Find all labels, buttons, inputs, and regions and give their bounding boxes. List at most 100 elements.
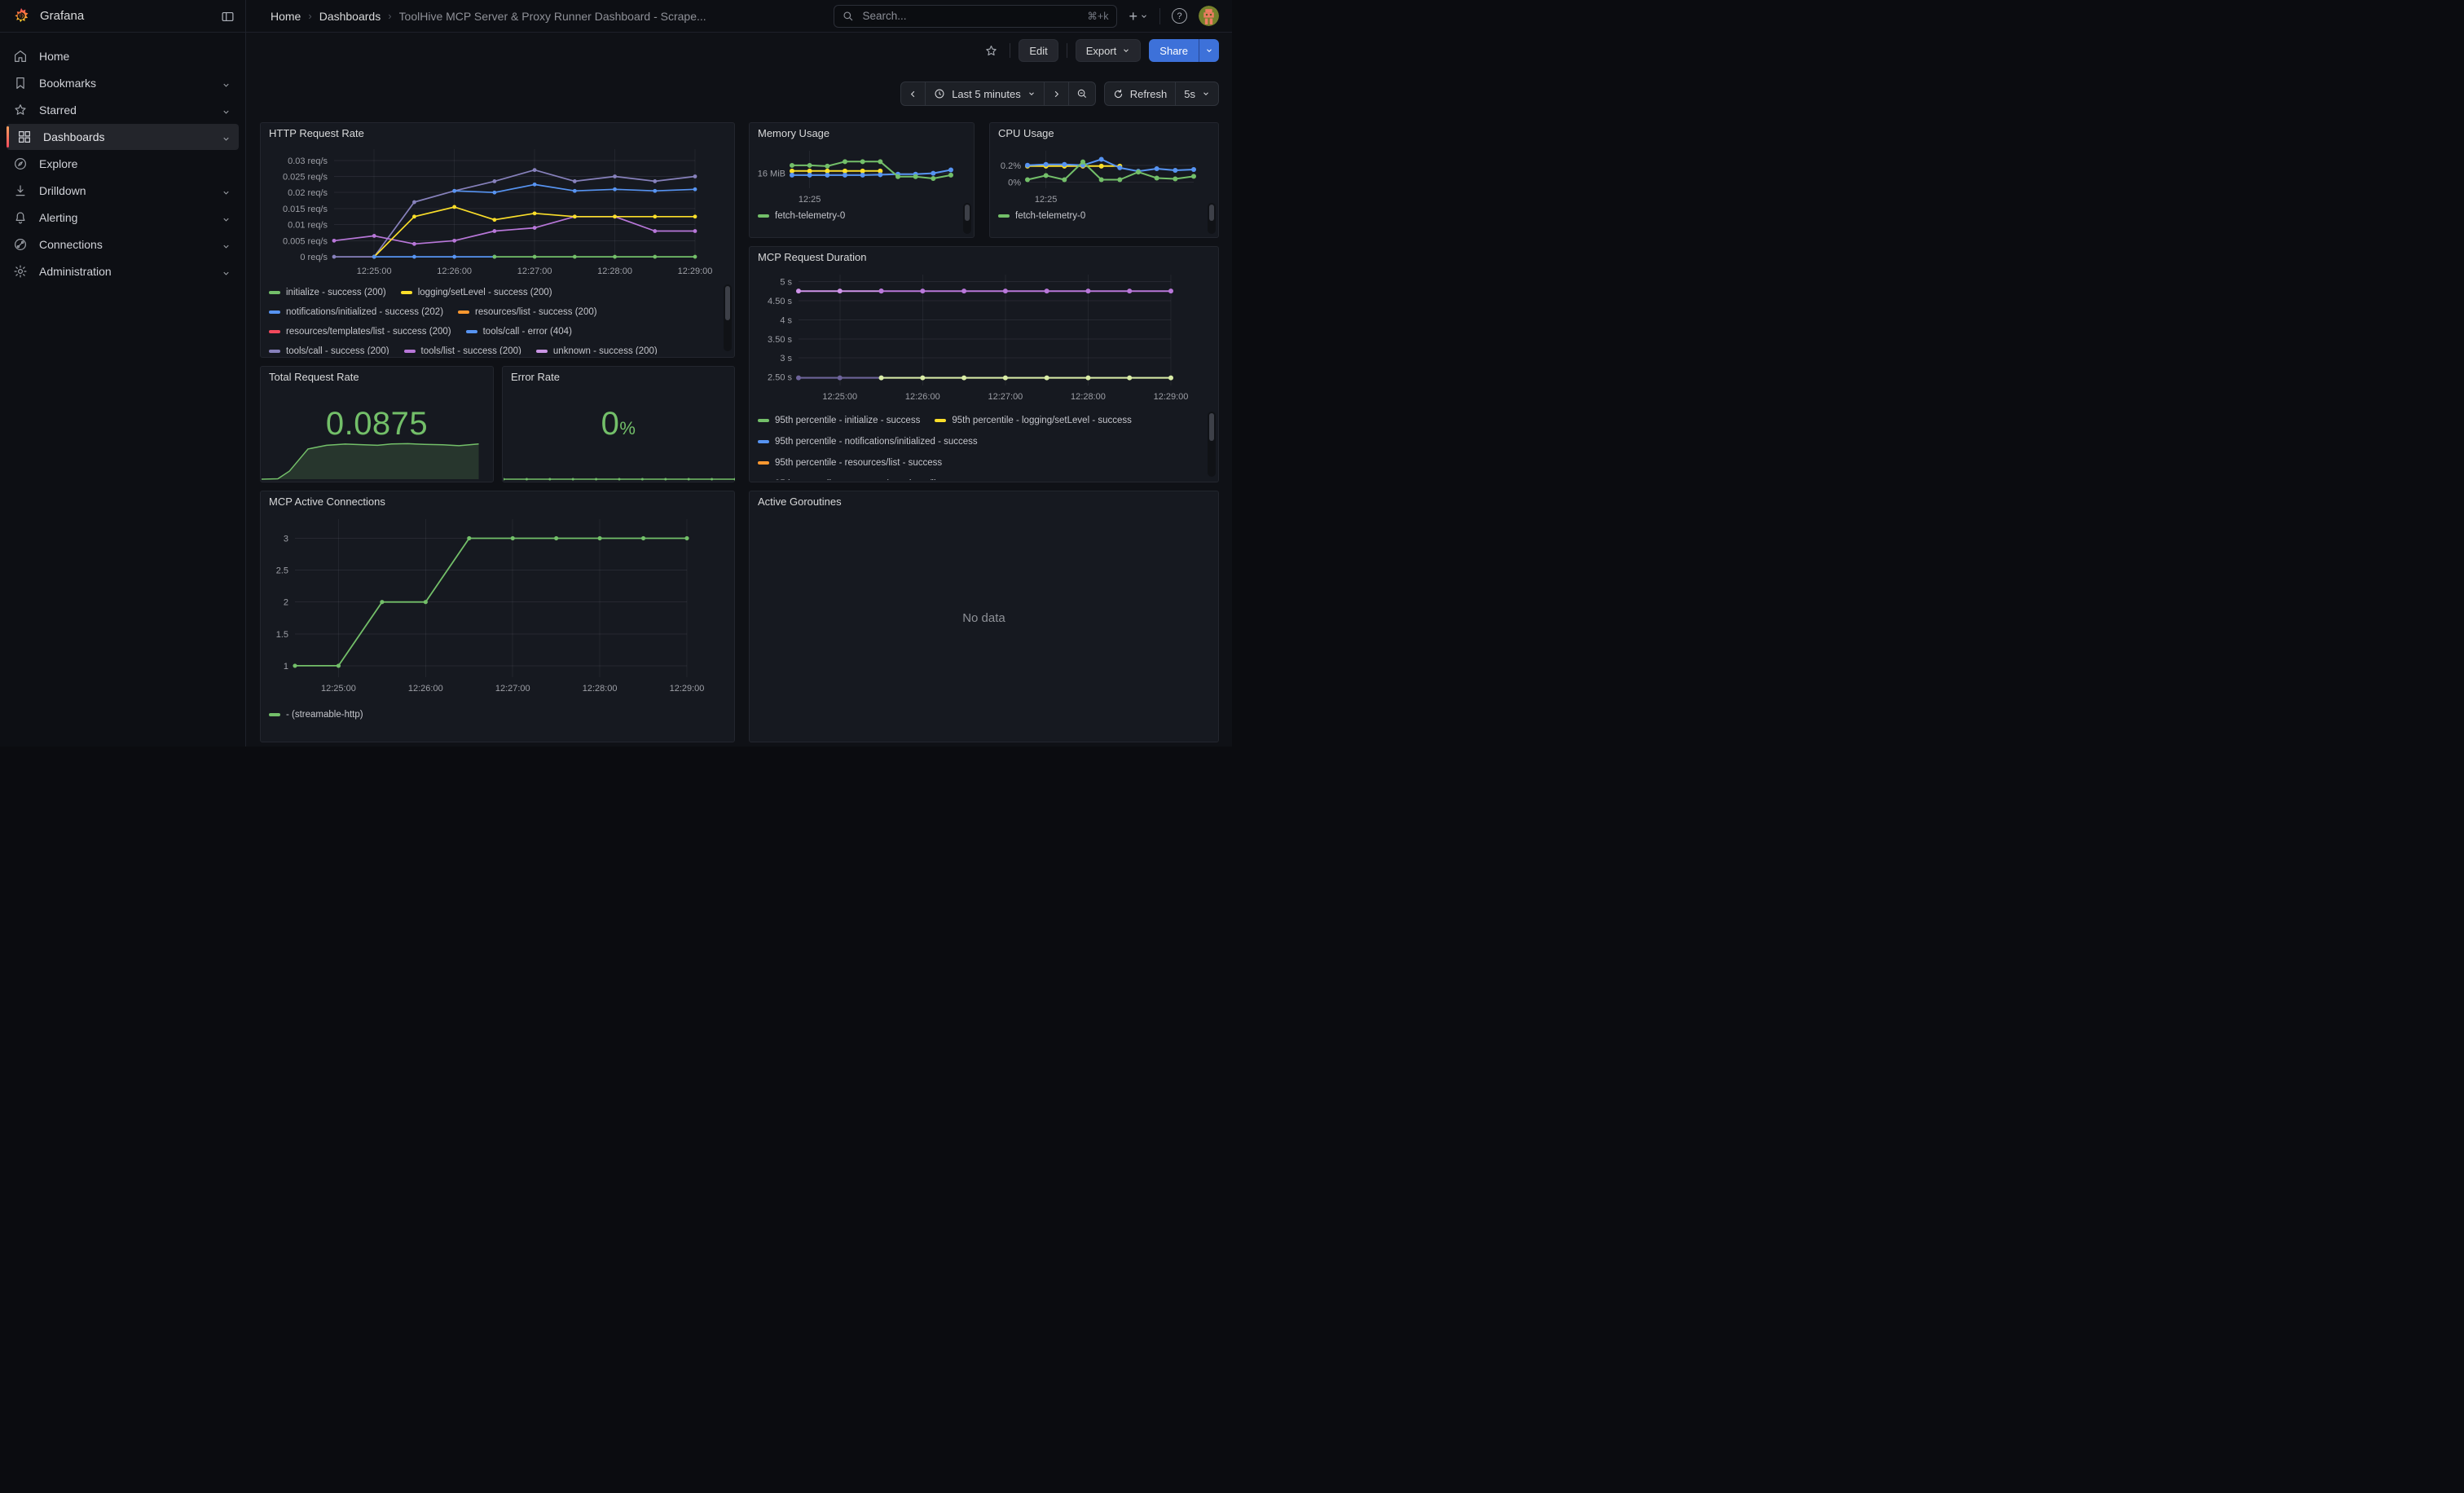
legend-item[interactable]: tools/call - error (404)	[466, 327, 572, 337]
svg-text:12:27:00: 12:27:00	[495, 684, 530, 694]
svg-text:4.50 s: 4.50 s	[768, 297, 792, 306]
legend-item[interactable]: fetch-telemetry-0	[998, 211, 1085, 221]
legend-swatch-icon	[758, 214, 769, 218]
chevron-down-icon[interactable]	[222, 187, 231, 200]
share-menu-button[interactable]	[1199, 39, 1219, 62]
time-shift-back-button[interactable]	[900, 81, 926, 106]
legend-item[interactable]: unknown - success (200)	[536, 346, 658, 355]
sidebar-item-home[interactable]: Home	[7, 43, 239, 69]
error-rate-number: 0	[601, 406, 620, 442]
breadcrumb-current-dashboard: ToolHive MCP Server & Proxy Runner Dashb…	[399, 10, 706, 23]
chevron-down-icon[interactable]	[222, 106, 231, 119]
legend-item[interactable]: notifications/initialized - success (202…	[269, 307, 443, 317]
home-icon	[13, 49, 28, 64]
legend-scrollbar-thumb[interactable]	[965, 205, 970, 221]
panel-title[interactable]: Memory Usage	[750, 123, 974, 139]
sidebar-item-explore[interactable]: Explore	[7, 151, 239, 177]
bookmark-icon	[13, 76, 28, 90]
sidebar-item-administration[interactable]: Administration	[7, 258, 239, 284]
legend-item[interactable]: resources/list - success (200)	[458, 307, 597, 317]
svg-text:12:27:00: 12:27:00	[517, 266, 552, 276]
legend-scrollbar-thumb[interactable]	[725, 286, 730, 320]
panel-title[interactable]: Error Rate	[503, 367, 734, 383]
legend-swatch-icon	[758, 461, 769, 465]
panel-title[interactable]: MCP Request Duration	[750, 247, 1218, 263]
search-input[interactable]	[860, 9, 1080, 23]
sidebar-item-drilldown[interactable]: Drilldown	[7, 178, 239, 204]
sidebar-item-bookmarks[interactable]: Bookmarks	[7, 70, 239, 96]
legend-label: resources/templates/list - success (200)	[286, 327, 451, 337]
legend-label: unknown - success (200)	[553, 346, 658, 355]
svg-text:12:25: 12:25	[799, 195, 821, 205]
svg-text:0.025 req/s: 0.025 req/s	[283, 173, 328, 183]
legend-item[interactable]: 95th percentile - resources/list - succe…	[758, 458, 942, 468]
svg-text:0.02 req/s: 0.02 req/s	[288, 188, 328, 198]
favorite-star-button[interactable]	[980, 40, 1001, 61]
search-icon	[843, 11, 854, 22]
svg-text:12:29:00: 12:29:00	[678, 266, 713, 276]
legend-label: - (streamable-http)	[286, 710, 363, 720]
search-box[interactable]: ⌘+k	[834, 5, 1117, 28]
time-shift-forward-button[interactable]	[1044, 81, 1069, 106]
time-controls: Last 5 minutes Refresh 5s	[900, 81, 1219, 106]
share-button[interactable]: Share	[1149, 39, 1199, 62]
sidebar-item-label: Explore	[39, 157, 77, 170]
edit-button[interactable]: Edit	[1019, 39, 1058, 62]
legend-row: 95th percentile - resources/list - succe…	[758, 452, 1205, 473]
sidebar-item-label: Connections	[39, 238, 103, 251]
chevron-down-icon[interactable]	[222, 79, 231, 92]
legend-item[interactable]: - (streamable-http)	[269, 710, 363, 720]
legend-item[interactable]: 95th percentile - notifications/initiali…	[758, 437, 978, 447]
legend-item[interactable]: resources/templates/list - success (200)	[269, 327, 451, 337]
legend-swatch-icon	[466, 330, 477, 333]
grafana-app: Grafana Home › Dashboards › ToolHive MCP…	[0, 0, 1232, 746]
legend-item[interactable]: logging/setLevel - success (200)	[401, 288, 552, 297]
legend-scrollbar-thumb[interactable]	[1209, 413, 1214, 441]
time-range-picker[interactable]: Last 5 minutes	[925, 81, 1045, 106]
chevron-down-icon[interactable]	[222, 267, 231, 280]
legend-scrollbar-thumb[interactable]	[1209, 205, 1214, 221]
svg-text:5 s: 5 s	[780, 277, 792, 287]
panel-title[interactable]: HTTP Request Rate	[261, 123, 734, 139]
sidebar-toggle-icon[interactable]	[218, 7, 237, 26]
refresh-interval-picker[interactable]: 5s	[1175, 81, 1219, 106]
sidebar-item-connections[interactable]: Connections	[7, 231, 239, 258]
legend-item[interactable]: tools/list - success (200)	[404, 346, 521, 355]
breadcrumb-dashboards[interactable]: Dashboards	[319, 10, 381, 23]
panel-title[interactable]: MCP Active Connections	[261, 491, 734, 508]
sidebar-item-label: Dashboards	[43, 130, 105, 143]
panel-title[interactable]: Active Goroutines	[750, 491, 1218, 508]
chevron-down-icon[interactable]	[222, 214, 231, 227]
legend-item[interactable]: tools/call - success (200)	[269, 346, 389, 355]
legend-item[interactable]: initialize - success (200)	[269, 288, 386, 297]
legend-swatch-icon	[998, 214, 1010, 218]
refresh-icon	[1113, 89, 1124, 99]
new-menu-button[interactable]: +	[1129, 10, 1148, 23]
panel-mcp-active-connections: MCP Active Connections 12:25:0012:26:001…	[260, 491, 735, 742]
legend-item[interactable]: 95th percentile - initialize - success	[758, 416, 920, 425]
sidebar-item-starred[interactable]: Starred	[7, 97, 239, 123]
legend-label: tools/call - error (404)	[483, 327, 572, 337]
export-button[interactable]: Export	[1076, 39, 1142, 62]
svg-text:0.2%: 0.2%	[1001, 161, 1021, 171]
legend-item[interactable]: 95th percentile - resources/templates/li…	[758, 479, 985, 480]
panel-title[interactable]: CPU Usage	[990, 123, 1218, 139]
breadcrumb-home[interactable]: Home	[271, 10, 301, 23]
refresh-button[interactable]: Refresh	[1104, 81, 1177, 106]
svg-text:0%: 0%	[1008, 178, 1021, 188]
legend-row: 95th percentile - initialize - success 95…	[758, 410, 1205, 431]
panel-title[interactable]: Total Request Rate	[261, 367, 493, 383]
zoom-out-button[interactable]	[1068, 81, 1096, 106]
svg-text:12:25: 12:25	[1035, 195, 1058, 205]
chevron-down-icon[interactable]	[222, 133, 231, 146]
legend-swatch-icon	[269, 713, 280, 716]
legend-item[interactable]: 95th percentile - logging/setLevel - suc…	[935, 416, 1132, 425]
chevron-down-icon	[1202, 90, 1210, 98]
sidebar-item-alerting[interactable]: Alerting	[7, 205, 239, 231]
mcp-active-connections-chart: 12:25:0012:26:0012:27:0012:28:0012:29:00…	[267, 511, 728, 700]
help-button[interactable]: ?	[1172, 8, 1187, 24]
chevron-down-icon[interactable]	[222, 240, 231, 253]
user-avatar[interactable]	[1199, 6, 1219, 26]
sidebar-item-dashboards[interactable]: Dashboards	[7, 124, 239, 150]
legend-item[interactable]: fetch-telemetry-0	[758, 211, 845, 221]
